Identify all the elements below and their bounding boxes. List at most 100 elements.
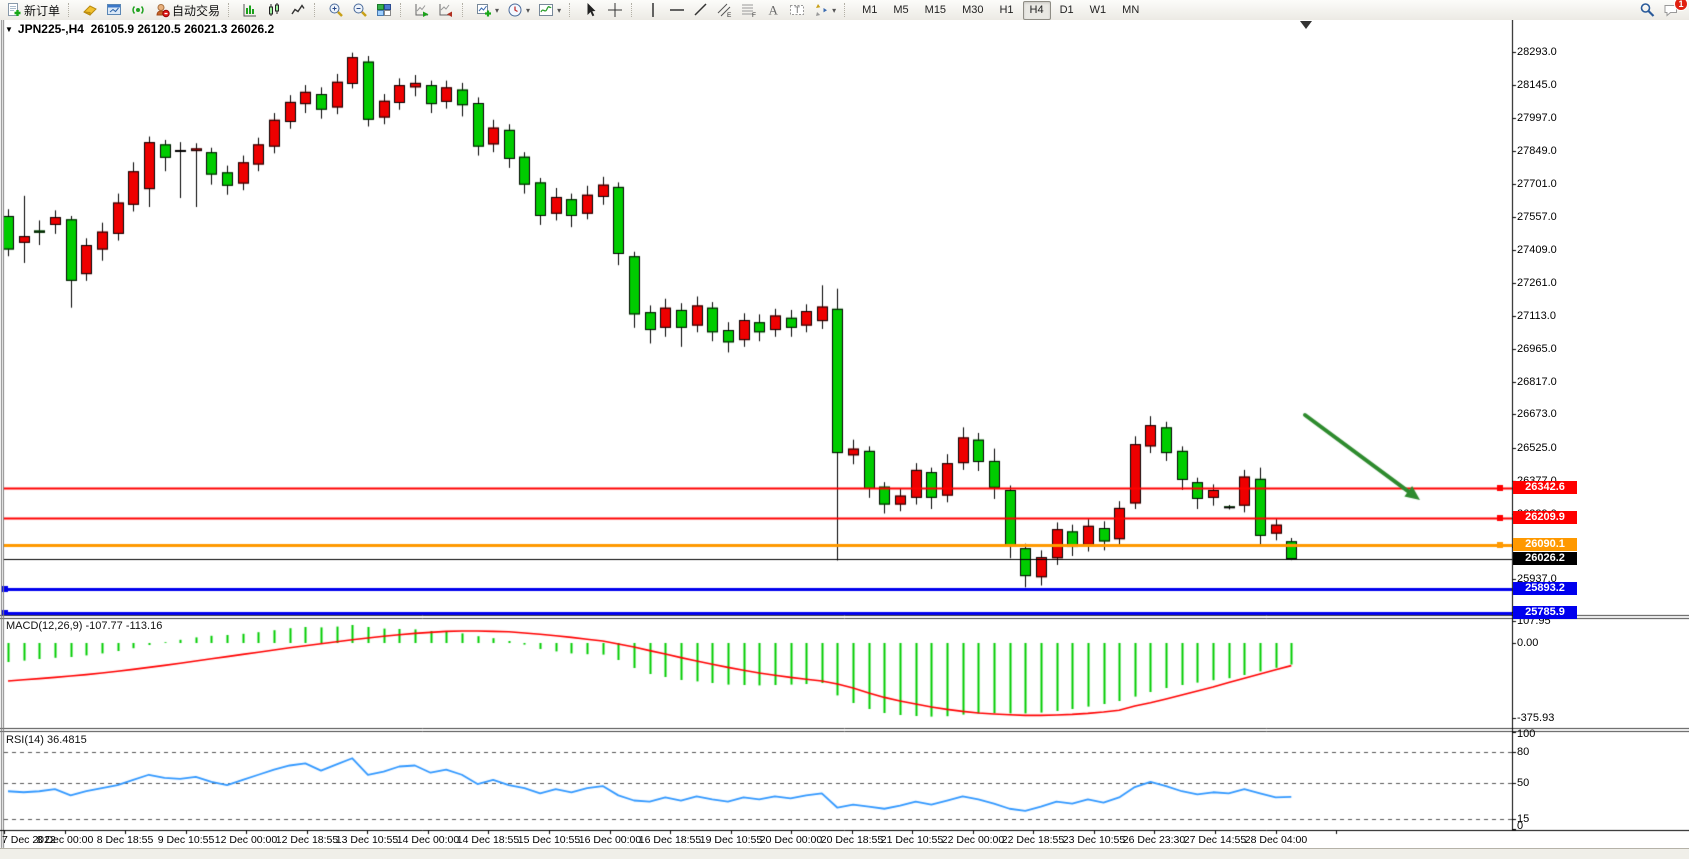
templates-icon bbox=[538, 2, 554, 18]
tf-m5-label: M5 bbox=[893, 3, 908, 17]
tf-m5[interactable]: M5 bbox=[886, 1, 915, 20]
new-chart-button[interactable]: ▾ bbox=[472, 0, 503, 20]
signals-icon-icon bbox=[130, 2, 146, 18]
toolbar-separator bbox=[631, 3, 637, 17]
chart-shift-button[interactable] bbox=[434, 0, 458, 20]
tile-windows-button[interactable] bbox=[372, 0, 396, 20]
crosshair-icon bbox=[607, 2, 623, 18]
chart-shift-icon bbox=[438, 2, 454, 18]
search-icon[interactable] bbox=[1635, 0, 1659, 20]
notification-badge: 1 bbox=[1674, 0, 1688, 11]
new-chart-icon bbox=[476, 2, 492, 18]
tf-m15-label: M15 bbox=[925, 3, 946, 17]
tf-h4[interactable]: H4 bbox=[1023, 1, 1051, 20]
tf-m30[interactable]: M30 bbox=[955, 1, 990, 20]
new-order-icon bbox=[6, 2, 22, 18]
chevron-down-icon[interactable]: ▾ bbox=[495, 6, 499, 15]
toolbar-group bbox=[577, 0, 629, 20]
zoom-in-icon bbox=[328, 2, 344, 18]
toolbar-group: M1 M5 M15 M30 H1 H4 D1 W1 MN bbox=[852, 0, 1149, 20]
toolbar-group: ▾ ▾ ▾ bbox=[470, 0, 567, 20]
market-watch-icon-icon bbox=[106, 2, 122, 18]
toolbar-separator bbox=[400, 3, 406, 17]
zoom-out-button[interactable] bbox=[348, 0, 372, 20]
zoom-out-icon bbox=[352, 2, 368, 18]
tf-mn-label: MN bbox=[1122, 3, 1139, 17]
bar-chart-button[interactable] bbox=[238, 0, 262, 20]
chevron-down-icon[interactable]: ▾ bbox=[526, 6, 530, 15]
tf-mn[interactable]: MN bbox=[1115, 1, 1146, 20]
equidistant-channel-icon: E bbox=[717, 2, 733, 18]
tf-m15[interactable]: M15 bbox=[918, 1, 953, 20]
auto-trading-icon bbox=[154, 2, 170, 18]
equidistant-channel-button[interactable]: E bbox=[713, 0, 737, 20]
line-chart-button[interactable] bbox=[286, 0, 310, 20]
tf-m1[interactable]: M1 bbox=[855, 1, 884, 20]
toolbar-separator bbox=[68, 3, 74, 17]
toolbar-group: 新订单 bbox=[0, 0, 66, 20]
tf-h1-label: H1 bbox=[999, 3, 1013, 17]
bar-chart-icon bbox=[242, 2, 258, 18]
tf-w1-label: W1 bbox=[1090, 3, 1107, 17]
periods-button[interactable]: ▾ bbox=[503, 0, 534, 20]
toolbar-group bbox=[236, 0, 312, 20]
toolbar-separator bbox=[314, 3, 320, 17]
zoom-in-button[interactable] bbox=[324, 0, 348, 20]
toolbar-separator bbox=[462, 3, 468, 17]
chart-window: ▼JPN225-,H4 26105.9 26120.5 26021.3 2602… bbox=[0, 20, 1689, 858]
status-strip bbox=[0, 848, 1689, 859]
trend-line-button[interactable] bbox=[689, 0, 713, 20]
svg-text:F: F bbox=[752, 12, 756, 18]
signals-icon[interactable] bbox=[126, 0, 150, 20]
text-label-icon: T bbox=[789, 2, 805, 18]
market-watch-icon[interactable] bbox=[102, 0, 126, 20]
vertical-line-icon bbox=[645, 2, 661, 18]
svg-text:E: E bbox=[727, 12, 732, 18]
text-label-button[interactable]: T bbox=[785, 0, 809, 20]
tf-h1[interactable]: H1 bbox=[992, 1, 1020, 20]
templates-button[interactable]: ▾ bbox=[534, 0, 565, 20]
chevron-down-icon[interactable]: ▾ bbox=[557, 6, 561, 15]
tf-m30-label: M30 bbox=[962, 3, 983, 17]
vertical-line-button[interactable] bbox=[641, 0, 665, 20]
price-chart-canvas[interactable] bbox=[0, 20, 1689, 858]
cursor-button[interactable] bbox=[579, 0, 603, 20]
periods-icon bbox=[507, 2, 523, 18]
toolbar-separator bbox=[228, 3, 234, 17]
chevron-down-icon[interactable]: ▾ bbox=[832, 6, 836, 15]
toolbar-group bbox=[322, 0, 398, 20]
arrows-button[interactable]: ▾ bbox=[809, 0, 840, 20]
auto-trading-button[interactable]: 自动交易 bbox=[150, 0, 224, 20]
new-order-button[interactable]: 新订单 bbox=[2, 0, 64, 20]
auto-scroll-button[interactable] bbox=[410, 0, 434, 20]
tf-d1[interactable]: D1 bbox=[1053, 1, 1081, 20]
svg-text:T: T bbox=[795, 5, 801, 15]
toolbar-separator bbox=[569, 3, 575, 17]
quotes-icon[interactable] bbox=[78, 0, 102, 20]
text-icon: A bbox=[765, 2, 781, 18]
quotes-icon-icon bbox=[82, 2, 98, 18]
line-chart-icon bbox=[290, 2, 306, 18]
auto-scroll-icon bbox=[414, 2, 430, 18]
candle-chart-button[interactable] bbox=[262, 0, 286, 20]
tf-h4-label: H4 bbox=[1030, 3, 1044, 17]
chat-icon[interactable]: 1 bbox=[1659, 0, 1683, 20]
cursor-icon bbox=[583, 2, 599, 18]
tf-w1[interactable]: W1 bbox=[1083, 1, 1114, 20]
horizontal-line-icon bbox=[669, 2, 685, 18]
candle-chart-icon bbox=[266, 2, 282, 18]
toolbar-group: 自动交易 bbox=[76, 0, 226, 20]
fibonacci-button[interactable]: F bbox=[737, 0, 761, 20]
toolbar-group: E F A T ▾ bbox=[639, 0, 842, 20]
toolbar-separator bbox=[844, 3, 850, 17]
toolbar: 新订单 自动交易 ▾ ▾ ▾ E F A T ▾ M1 M5 M15 M30 H1 H4 D1 W1 MN 1 bbox=[0, 0, 1689, 21]
svg-text:A: A bbox=[769, 3, 779, 18]
new-order-button-label: 新订单 bbox=[24, 2, 60, 19]
crosshair-button[interactable] bbox=[603, 0, 627, 20]
horizontal-line-button[interactable] bbox=[665, 0, 689, 20]
tf-m1-label: M1 bbox=[862, 3, 877, 17]
tile-windows-icon bbox=[376, 2, 392, 18]
toolbar-right: 1 bbox=[1635, 0, 1689, 20]
text-button[interactable]: A bbox=[761, 0, 785, 20]
fibonacci-icon: F bbox=[741, 2, 757, 18]
